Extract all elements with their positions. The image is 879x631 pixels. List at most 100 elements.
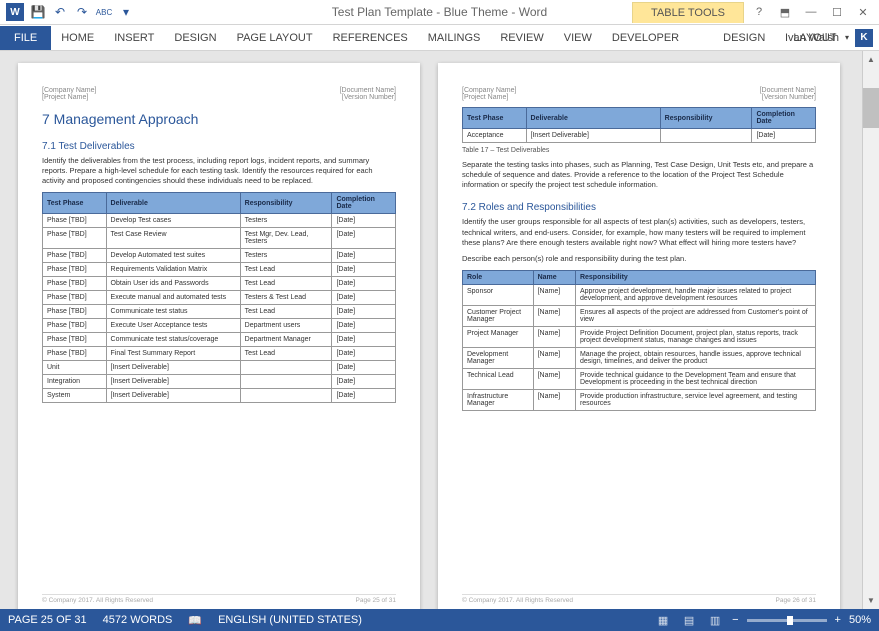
table-cell[interactable]: Ensures all aspects of the project are a…: [575, 305, 815, 326]
proofing-icon[interactable]: 📖: [188, 614, 202, 627]
table-cell[interactable]: [Date]: [332, 291, 396, 305]
table-cell[interactable]: Execute User Acceptance tests: [106, 319, 240, 333]
table-cell[interactable]: Develop Automated test suites: [106, 249, 240, 263]
table-cell[interactable]: [Date]: [332, 333, 396, 347]
deliverables-table[interactable]: Test PhaseDeliverableResponsibilityCompl…: [42, 192, 396, 403]
table-cell[interactable]: Development Manager: [463, 347, 534, 368]
table-cell[interactable]: [Date]: [332, 347, 396, 361]
qat-customize-icon[interactable]: ▾: [118, 4, 134, 20]
deliverables-table-cont[interactable]: Test PhaseDeliverableResponsibilityCompl…: [462, 107, 816, 143]
zoom-in-icon[interactable]: +: [835, 614, 841, 626]
scroll-up-icon[interactable]: ▲: [863, 51, 879, 68]
document-area[interactable]: [Company Name][Project Name] [Document N…: [0, 51, 879, 609]
table-cell[interactable]: [660, 129, 752, 143]
maximize-icon[interactable]: ☐: [825, 2, 849, 22]
table-cell[interactable]: [Name]: [533, 347, 575, 368]
undo-icon[interactable]: ↶: [52, 4, 68, 20]
table-cell[interactable]: [Date]: [332, 228, 396, 249]
table-cell[interactable]: Phase [TBD]: [43, 319, 107, 333]
table-row[interactable]: Customer Project Manager[Name]Ensures al…: [463, 305, 816, 326]
table-row[interactable]: Phase [TBD]Develop Automated test suites…: [43, 249, 396, 263]
user-name[interactable]: Ivan Walsh: [785, 32, 839, 44]
table-cell[interactable]: Project Manager: [463, 326, 534, 347]
tab-insert[interactable]: INSERT: [104, 26, 164, 50]
table-cell[interactable]: Phase [TBD]: [43, 263, 107, 277]
table-cell[interactable]: Phase [TBD]: [43, 277, 107, 291]
user-name-dropdown-icon[interactable]: ▾: [845, 33, 849, 42]
table-row[interactable]: Acceptance[Insert Deliverable] [Date]: [463, 129, 816, 143]
table-cell[interactable]: Final Test Summary Report: [106, 347, 240, 361]
table-cell[interactable]: [Insert Deliverable]: [106, 361, 240, 375]
table-cell[interactable]: Integration: [43, 375, 107, 389]
table-cell[interactable]: Test Case Review: [106, 228, 240, 249]
table-cell[interactable]: Sponsor: [463, 284, 534, 305]
table-row[interactable]: Sponsor[Name]Approve project development…: [463, 284, 816, 305]
table-cell[interactable]: Phase [TBD]: [43, 291, 107, 305]
user-badge[interactable]: K: [855, 29, 873, 47]
web-layout-icon[interactable]: ▥: [706, 612, 724, 628]
page-right[interactable]: [Company Name][Project Name] [Document N…: [438, 63, 840, 609]
table-row[interactable]: Phase [TBD]Communicate test statusTest L…: [43, 305, 396, 319]
table-row[interactable]: Development Manager[Name]Manage the proj…: [463, 347, 816, 368]
vertical-scrollbar[interactable]: ▲ ▼: [862, 51, 879, 609]
table-row[interactable]: Phase [TBD]Communicate test status/cover…: [43, 333, 396, 347]
print-layout-icon[interactable]: ▤: [680, 612, 698, 628]
table-row[interactable]: System[Insert Deliverable][Date]: [43, 389, 396, 403]
table-cell[interactable]: Phase [TBD]: [43, 214, 107, 228]
table-cell[interactable]: [Date]: [332, 305, 396, 319]
table-cell[interactable]: Phase [TBD]: [43, 305, 107, 319]
table-row[interactable]: Phase [TBD]Final Test Summary ReportTest…: [43, 347, 396, 361]
table-cell[interactable]: Manage the project, obtain resources, ha…: [575, 347, 815, 368]
tab-view[interactable]: VIEW: [554, 26, 602, 50]
table-row[interactable]: Technical Lead[Name]Provide technical gu…: [463, 368, 816, 389]
table-cell[interactable]: [Name]: [533, 305, 575, 326]
table-cell[interactable]: Acceptance: [463, 129, 527, 143]
table-cell[interactable]: System: [43, 389, 107, 403]
context-tab-design[interactable]: DESIGN: [709, 26, 779, 50]
table-cell[interactable]: [240, 361, 332, 375]
table-cell[interactable]: Provide production infrastructure, servi…: [575, 389, 815, 410]
table-cell[interactable]: [240, 375, 332, 389]
table-cell[interactable]: Provide technical guidance to the Develo…: [575, 368, 815, 389]
table-cell[interactable]: Phase [TBD]: [43, 228, 107, 249]
table-row[interactable]: Infrastructure Manager[Name]Provide prod…: [463, 389, 816, 410]
spellcheck-icon[interactable]: ABC: [96, 4, 112, 20]
table-row[interactable]: Phase [TBD]Requirements Validation Matri…: [43, 263, 396, 277]
tab-references[interactable]: REFERENCES: [323, 26, 418, 50]
table-cell[interactable]: [Insert Deliverable]: [106, 375, 240, 389]
table-cell[interactable]: Phase [TBD]: [43, 347, 107, 361]
table-row[interactable]: Phase [TBD]Develop Test casesTesters[Dat…: [43, 214, 396, 228]
ribbon-options-icon[interactable]: ⬒: [773, 2, 797, 22]
table-cell[interactable]: Develop Test cases: [106, 214, 240, 228]
table-cell[interactable]: [Insert Deliverable]: [526, 129, 660, 143]
read-mode-icon[interactable]: ▦: [654, 612, 672, 628]
redo-icon[interactable]: ↷: [74, 4, 90, 20]
table-cell[interactable]: [Date]: [332, 375, 396, 389]
table-cell[interactable]: Communicate test status: [106, 305, 240, 319]
table-cell[interactable]: Requirements Validation Matrix: [106, 263, 240, 277]
table-cell[interactable]: Unit: [43, 361, 107, 375]
table-row[interactable]: Phase [TBD]Test Case ReviewTest Mgr, Dev…: [43, 228, 396, 249]
page-indicator[interactable]: PAGE 25 OF 31: [8, 614, 87, 626]
table-cell[interactable]: Phase [TBD]: [43, 333, 107, 347]
table-cell[interactable]: [Date]: [752, 129, 816, 143]
table-cell[interactable]: Department Manager: [240, 333, 332, 347]
language-indicator[interactable]: ENGLISH (UNITED STATES): [218, 614, 362, 626]
save-icon[interactable]: 💾: [30, 4, 46, 20]
table-cell[interactable]: [Date]: [332, 277, 396, 291]
table-cell[interactable]: [Date]: [332, 214, 396, 228]
tab-review[interactable]: REVIEW: [490, 26, 553, 50]
table-cell[interactable]: Approve project development, handle majo…: [575, 284, 815, 305]
table-cell[interactable]: [Date]: [332, 361, 396, 375]
table-cell[interactable]: Technical Lead: [463, 368, 534, 389]
table-cell[interactable]: [Date]: [332, 389, 396, 403]
table-cell[interactable]: Provide Project Definition Document, pro…: [575, 326, 815, 347]
minimize-icon[interactable]: —: [799, 2, 823, 22]
table-cell[interactable]: Phase [TBD]: [43, 249, 107, 263]
tab-developer[interactable]: DEVELOPER: [602, 26, 689, 50]
table-cell[interactable]: [Name]: [533, 326, 575, 347]
table-cell[interactable]: [Name]: [533, 389, 575, 410]
table-cell[interactable]: Obtain User ids and Passwords: [106, 277, 240, 291]
table-cell[interactable]: Testers & Test Lead: [240, 291, 332, 305]
table-cell[interactable]: Execute manual and automated tests: [106, 291, 240, 305]
